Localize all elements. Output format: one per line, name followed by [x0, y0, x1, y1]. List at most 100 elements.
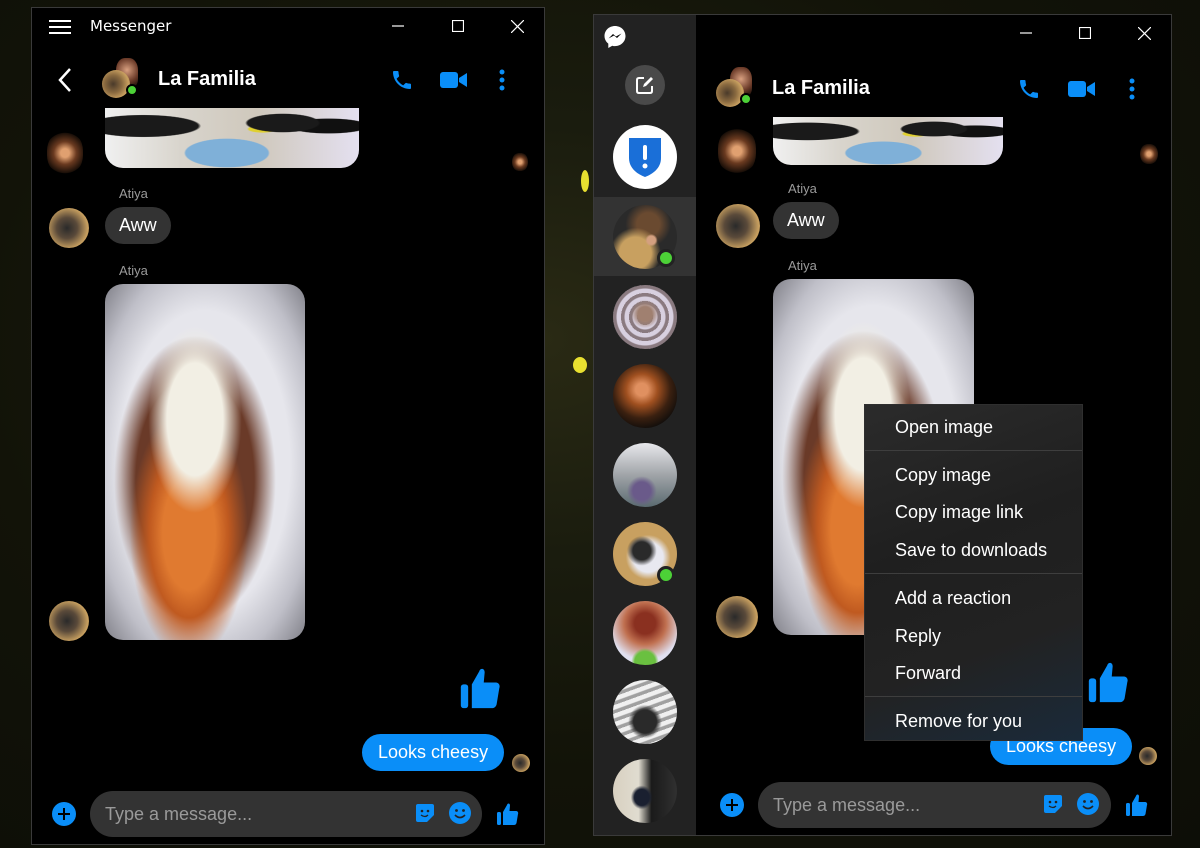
add-attachment-button[interactable] [52, 802, 76, 826]
menu-divider [865, 450, 1082, 451]
add-attachment-button[interactable] [720, 793, 744, 817]
phone-icon [1020, 80, 1038, 98]
read-receipt-avatar [512, 754, 530, 772]
menu-item-save-to-downloads[interactable]: Save to downloads [865, 532, 1082, 568]
voice-call-button[interactable] [1017, 77, 1041, 105]
message-bubble-outgoing[interactable]: Looks cheesy [362, 734, 505, 771]
video-call-button[interactable] [1068, 79, 1096, 103]
online-indicator [740, 93, 752, 105]
read-receipt-avatar [1140, 143, 1158, 165]
voice-call-button[interactable] [390, 68, 414, 96]
emoji-button[interactable] [1076, 792, 1100, 820]
phone-icon [393, 71, 411, 89]
app-title: Messenger [90, 17, 172, 35]
conversation-title[interactable]: La Familia [158, 68, 256, 91]
sender-name: Atiya [788, 181, 817, 196]
conversation-title[interactable]: La Familia [772, 77, 870, 100]
sticker-icon [1044, 795, 1062, 813]
close-icon [1137, 26, 1151, 40]
minimize-icon [392, 25, 404, 27]
group-avatar[interactable] [716, 67, 756, 107]
like-sticker[interactable] [459, 664, 503, 716]
sender-avatar-atiya[interactable] [49, 208, 89, 248]
group-avatar[interactable] [102, 58, 142, 98]
menu-divider [865, 573, 1082, 574]
message-bubble-incoming[interactable]: Aww [105, 207, 171, 244]
menu-item-forward[interactable]: Forward [865, 655, 1082, 691]
sender-name: Atiya [119, 263, 148, 278]
minimize-icon [1020, 32, 1032, 34]
like-sticker[interactable] [1087, 658, 1131, 710]
menu-item-copy-image-link[interactable]: Copy image link [865, 494, 1082, 530]
chat-avatar [613, 285, 677, 349]
thumbs-up-icon [1126, 794, 1148, 816]
menu-item-remove-for-you[interactable]: Remove for you [865, 703, 1082, 739]
menu-divider [865, 696, 1082, 697]
menu-item-add-reaction[interactable]: Add a reaction [865, 580, 1082, 616]
thumbs-up-icon [497, 803, 519, 825]
sender-name: Atiya [119, 186, 148, 201]
image-message-food[interactable] [105, 284, 305, 640]
sidebar-item-chat[interactable] [594, 435, 696, 514]
video-camera-icon [440, 72, 467, 88]
image-message-cat[interactable] [105, 108, 359, 168]
sticker-button[interactable] [1042, 793, 1064, 819]
image-context-menu: Open image Copy image Copy image link Sa… [864, 404, 1083, 741]
sender-avatar-atiya[interactable] [716, 204, 760, 248]
like-button[interactable] [496, 801, 520, 831]
sidebar-item-la-familia[interactable] [594, 197, 696, 276]
chat-avatar [613, 601, 677, 665]
read-receipt-avatar [1139, 747, 1157, 765]
menu-item-copy-image[interactable]: Copy image [865, 457, 1082, 493]
sidebar-item-security-alert[interactable] [594, 117, 696, 196]
member-avatar [716, 79, 744, 107]
minimize-button[interactable] [1003, 15, 1049, 51]
close-icon [510, 19, 524, 33]
conversation-header: La Familia [594, 61, 1171, 117]
back-button[interactable] [54, 66, 78, 94]
close-button[interactable] [1121, 15, 1167, 51]
sidebar-item-chat[interactable] [594, 514, 696, 593]
image-message-cat[interactable] [773, 117, 1003, 165]
sidebar-item-chat[interactable] [594, 672, 696, 751]
maximize-button[interactable] [435, 8, 481, 44]
title-bar: Messenger [32, 8, 544, 44]
thumbs-up-icon [1088, 662, 1128, 703]
smiley-icon [449, 802, 471, 824]
hamburger-menu-icon[interactable] [49, 20, 71, 35]
messenger-window-compact: Messenger La Familia Atiya Aww Atiya Loo… [31, 7, 545, 845]
maximize-button[interactable] [1062, 15, 1108, 51]
sender-name: Atiya [788, 258, 817, 273]
title-bar [696, 15, 1171, 51]
background-light [573, 357, 587, 373]
close-button[interactable] [494, 8, 540, 44]
member-avatar [102, 70, 130, 98]
message-bubble-incoming[interactable]: Aww [773, 202, 839, 239]
more-vertical-icon [499, 69, 505, 91]
maximize-icon [452, 20, 464, 32]
more-options-button[interactable] [1128, 77, 1136, 105]
background-light [581, 170, 589, 192]
minimize-button[interactable] [375, 8, 421, 44]
sender-avatar-atiya[interactable] [716, 596, 758, 638]
online-indicator [657, 249, 675, 267]
chat-avatar [613, 680, 677, 744]
maximize-icon [1079, 27, 1091, 39]
menu-item-open-image[interactable]: Open image [865, 409, 1082, 445]
sidebar-item-chat[interactable] [594, 593, 696, 672]
video-call-button[interactable] [440, 70, 468, 94]
more-options-button[interactable] [498, 68, 506, 96]
sender-avatar-atiya[interactable] [49, 601, 89, 641]
sidebar-item-chat[interactable] [594, 356, 696, 435]
sticker-button[interactable] [414, 802, 436, 828]
smiley-icon [1077, 793, 1099, 815]
menu-item-reply[interactable]: Reply [865, 618, 1082, 654]
sticker-icon [416, 804, 434, 822]
sidebar-item-chat[interactable] [594, 277, 696, 356]
shield-alert-icon [629, 138, 661, 177]
messenger-logo-icon [603, 25, 627, 49]
more-vertical-icon [1129, 78, 1135, 100]
emoji-button[interactable] [448, 801, 472, 829]
thumbs-up-icon [460, 668, 500, 709]
like-button[interactable] [1125, 792, 1149, 822]
